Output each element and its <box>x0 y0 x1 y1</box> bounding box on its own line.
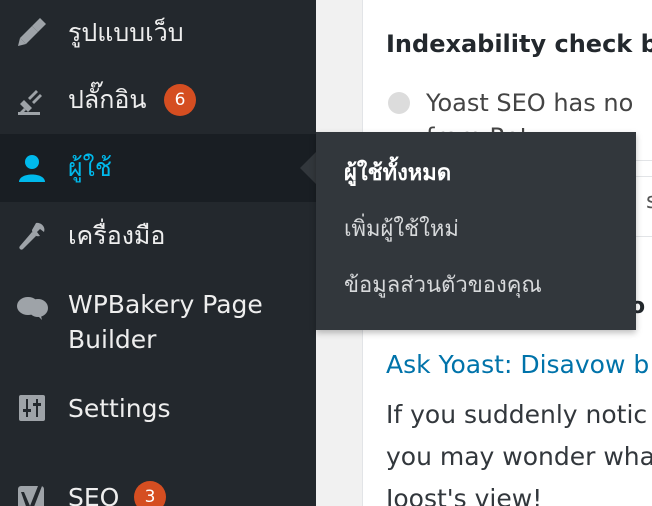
sidebar-item-users[interactable]: ผู้ใช้ <box>0 134 316 202</box>
seo-notification-badge: 3 <box>134 481 166 506</box>
submenu-item-your-profile[interactable]: ข้อมูลส่วนตัวของคุณ <box>344 270 542 302</box>
indexability-check-title: Indexability check b <box>386 30 652 58</box>
sidebar-item-label: ผู้ใช้ <box>68 153 112 182</box>
indexability-text: Yoast SEO has no <box>426 89 634 117</box>
submenu-item-add-new-user[interactable]: เพิ่มผู้ใช้ใหม่ <box>344 214 459 246</box>
users-icon <box>12 148 52 188</box>
plugins-icon <box>12 80 52 120</box>
wp-admin-screen: Indexability check b Yoast SEO has no fr… <box>0 0 652 506</box>
plugins-update-badge: 6 <box>164 84 196 116</box>
settings-sliders-icon <box>12 388 52 428</box>
article-text-line: If you suddenly notic <box>386 400 648 429</box>
flyout-pointer <box>300 152 316 184</box>
sidebar-item-label: เครื่องมือ <box>68 221 166 250</box>
sidebar-item-label-line2: Builder <box>68 325 157 354</box>
yoast-seo-icon <box>12 478 52 506</box>
status-dot-icon <box>388 92 410 114</box>
article-text-line: Joost's view! <box>386 484 543 506</box>
users-submenu-flyout: ผู้ใช้ทั้งหมด เพิ่มผู้ใช้ใหม่ ข้อมูลส่วน… <box>316 132 636 330</box>
sidebar-item-wpbakery[interactable]: WPBakery Page Builder <box>0 270 316 374</box>
article-link[interactable]: Ask Yoast: Disavow b <box>386 350 649 379</box>
article-text-line: you may wonder wha <box>386 442 652 471</box>
sidebar-item-settings[interactable]: Settings <box>0 374 316 444</box>
tools-wrench-icon <box>12 216 52 256</box>
appearance-brush-icon <box>12 12 52 52</box>
sidebar-item-tools[interactable]: เครื่องมือ <box>0 202 316 270</box>
sidebar-item-plugins[interactable]: ปลั๊กอิน 6 <box>0 66 316 134</box>
submenu-item-all-users[interactable]: ผู้ใช้ทั้งหมด <box>344 158 451 190</box>
sidebar-item-label: ปลั๊กอิน <box>68 85 147 114</box>
tab-stub[interactable]: sta <box>646 178 652 226</box>
sidebar-item-label: SEO <box>68 483 120 506</box>
sidebar-item-label: รูปแบบเว็บ <box>68 18 184 47</box>
wpbakery-cloud-icon <box>12 286 52 326</box>
sidebar-item-label: Settings <box>68 394 171 423</box>
sidebar-item-appearance[interactable]: รูปแบบเว็บ <box>0 0 316 66</box>
admin-sidebar: รูปแบบเว็บ ปลั๊กอิน 6 ผู้ใช้ เครื่องมือ … <box>0 0 316 506</box>
sidebar-item-seo[interactable]: SEO 3 <box>0 444 316 506</box>
sidebar-item-label: WPBakery Page <box>68 290 263 319</box>
